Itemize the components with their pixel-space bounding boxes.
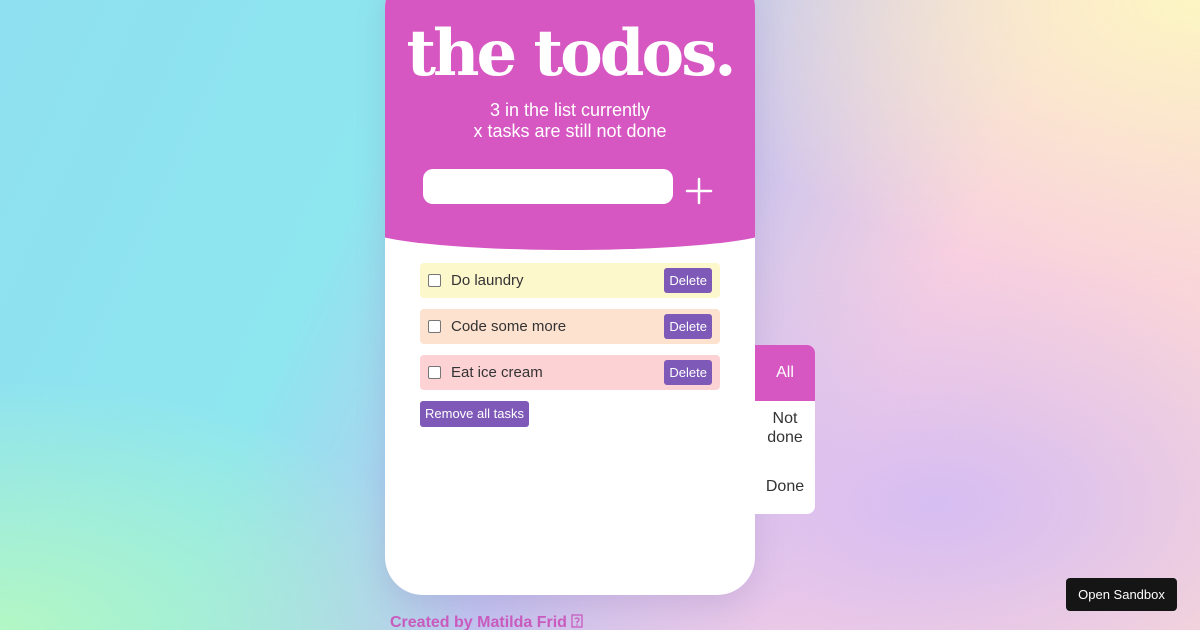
filter-done[interactable]: Done xyxy=(755,477,815,496)
task-item: Eat ice cream Delete xyxy=(420,355,720,390)
remove-all-tasks-button[interactable]: Remove all tasks xyxy=(420,401,529,427)
app-title: the todos. xyxy=(406,16,736,91)
task-label: Do laundry xyxy=(451,272,524,289)
credit-text: Created by Matilda Frid xyxy=(390,614,567,630)
plus-icon xyxy=(685,177,713,205)
add-task-button[interactable] xyxy=(685,173,721,209)
delete-task-button[interactable]: Delete xyxy=(664,268,712,293)
card-header: the todos. 3 in the list currently x tas… xyxy=(385,0,755,250)
todo-card: the todos. 3 in the list currently x tas… xyxy=(385,0,755,595)
delete-task-button[interactable]: Delete xyxy=(664,360,712,385)
task-checkbox[interactable] xyxy=(428,320,441,333)
task-summary: 3 in the list currently x tasks are stil… xyxy=(385,100,755,142)
task-checkbox[interactable] xyxy=(428,366,441,379)
new-task-input[interactable] xyxy=(423,169,673,204)
external-link-icon xyxy=(571,614,584,630)
filter-all[interactable]: All xyxy=(755,345,815,401)
task-item: Do laundry Delete xyxy=(420,263,720,298)
delete-task-button[interactable]: Delete xyxy=(664,314,712,339)
filter-panel: All Not done Done xyxy=(755,345,815,514)
filter-not-done[interactable]: Not done xyxy=(755,409,815,447)
task-count-text: 3 in the list currently xyxy=(489,100,651,120)
new-task-row xyxy=(423,169,723,209)
task-item: Code some more Delete xyxy=(420,309,720,344)
credit-link[interactable]: Created by Matilda Frid xyxy=(390,614,584,630)
task-status-text: x tasks are still not done xyxy=(473,121,667,141)
task-checkbox[interactable] xyxy=(428,274,441,287)
task-label: Code some more xyxy=(451,318,567,335)
task-list: Do laundry Delete Code some more Delete … xyxy=(420,263,720,401)
open-sandbox-button[interactable]: Open Sandbox xyxy=(1066,578,1177,611)
task-label: Eat ice cream xyxy=(451,364,543,381)
